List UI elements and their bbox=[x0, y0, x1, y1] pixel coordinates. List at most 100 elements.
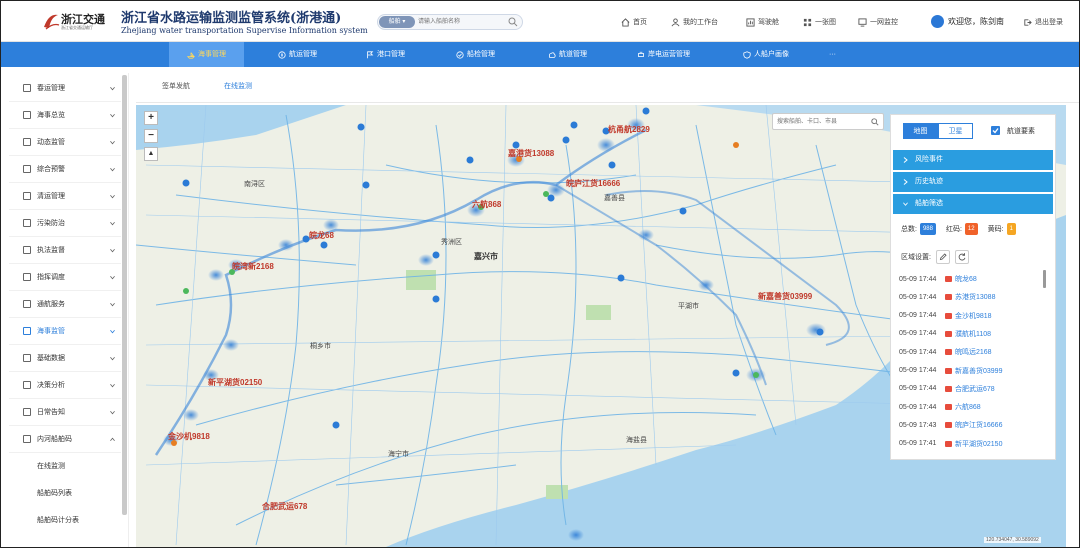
sidebar-item[interactable]: 春运管理 bbox=[9, 75, 121, 102]
region-settings: 区域设置: bbox=[901, 250, 969, 264]
nav-item-shore-power[interactable]: 岸电运营管理 bbox=[637, 42, 690, 67]
sidebar-item[interactable]: 动态监管 bbox=[9, 129, 121, 156]
list-item-name[interactable]: 合肥武运678 bbox=[955, 384, 995, 394]
accordion-label: 风险事件 bbox=[915, 156, 943, 163]
sidebar-item[interactable]: 海事监管 bbox=[9, 318, 121, 345]
list-item-name[interactable]: 新平湖货02150 bbox=[955, 439, 1002, 449]
logout-icon bbox=[1024, 18, 1032, 26]
tab-online-monitor[interactable]: 在线监测 bbox=[224, 81, 252, 91]
place-label: 桐乡市 bbox=[310, 343, 331, 350]
zoom-in-button[interactable]: + bbox=[144, 111, 158, 125]
header: 浙江交通 浙江省交通运输厅 浙江省水路运输监测监管系统(浙港通) Zhejian… bbox=[1, 1, 1079, 42]
menu-item-icon bbox=[23, 381, 31, 389]
layer-checkbox[interactable] bbox=[991, 126, 1000, 135]
sidebar-item[interactable]: 日常告知 bbox=[9, 399, 121, 426]
top-link-one-map[interactable]: 一张图 bbox=[803, 17, 836, 27]
sidebar-item[interactable]: 综合预警 bbox=[9, 156, 121, 183]
list-item-name[interactable]: 皖龙68 bbox=[955, 274, 977, 284]
sidebar-item[interactable]: 执法监督 bbox=[9, 237, 121, 264]
nav-item-channel[interactable]: 航道管理 bbox=[548, 42, 587, 67]
nav-item-more[interactable]: ··· bbox=[829, 42, 836, 67]
list-item[interactable]: 05-09 17:44 皖鸣远2168 bbox=[899, 343, 1047, 361]
sidebar-item[interactable]: 指挥调度 bbox=[9, 264, 121, 291]
list-item[interactable]: 05-09 17:43 皖庐江货16666 bbox=[899, 416, 1047, 434]
sidebar-item[interactable]: 清运管理 bbox=[9, 183, 121, 210]
list-item-name[interactable]: 皖鸣远2168 bbox=[955, 347, 992, 357]
satellite-type-button[interactable]: 卫星 bbox=[938, 123, 973, 139]
ship-label[interactable]: 皖庐江货16666 bbox=[566, 178, 620, 189]
nav-item-port[interactable]: 港口管理 bbox=[366, 42, 405, 67]
zoom-out-button[interactable]: − bbox=[144, 129, 158, 143]
home-icon bbox=[621, 17, 630, 27]
list-item[interactable]: 05-09 17:44 苏港货13088 bbox=[899, 288, 1047, 306]
accordion-risk-events[interactable]: 风险事件 bbox=[893, 150, 1053, 170]
sidebar-scrollbar[interactable] bbox=[122, 75, 127, 515]
list-item-name[interactable]: 新嘉善货03999 bbox=[955, 366, 1002, 376]
nav-item-inspection[interactable]: 船检管理 bbox=[456, 42, 495, 67]
list-item-name[interactable]: 金沙机9818 bbox=[955, 311, 992, 321]
red-code-badge[interactable]: 12 bbox=[964, 223, 978, 235]
menu-item-icon bbox=[23, 354, 31, 362]
accordion-ship-filter[interactable]: 船舶筛选 bbox=[893, 194, 1053, 214]
sidebar-item[interactable]: 海事总览 bbox=[9, 102, 121, 129]
list-item[interactable]: 05-09 17:41 新平湖货02150 bbox=[899, 435, 1047, 453]
ship-label[interactable]: 皖湾新2168 bbox=[232, 261, 274, 272]
sidebar-item[interactable]: 决策分析 bbox=[9, 372, 121, 399]
accordion-history-track[interactable]: 历史轨迹 bbox=[893, 172, 1053, 192]
place-label: 秀洲区 bbox=[441, 239, 462, 246]
list-item[interactable]: 05-09 17:44 濮航机1108 bbox=[899, 325, 1047, 343]
sidebar-subitem[interactable]: 在线监测 bbox=[9, 453, 121, 480]
ship-label[interactable]: 六航868 bbox=[472, 199, 501, 210]
list-item-name[interactable]: 苏港货13088 bbox=[955, 292, 995, 302]
total-badge[interactable]: 988 bbox=[919, 223, 936, 235]
sidebar-item[interactable]: 通航服务 bbox=[9, 291, 121, 318]
top-link-home[interactable]: 首页 bbox=[621, 17, 647, 27]
ship-list-scrollbar[interactable] bbox=[1043, 270, 1046, 288]
menu-item-icon bbox=[23, 300, 31, 308]
sidebar-item[interactable]: 污染防治 bbox=[9, 210, 121, 237]
shield-icon bbox=[743, 50, 751, 59]
list-item[interactable]: 05-09 17:44 皖龙68 bbox=[899, 270, 1047, 288]
sidebar-item-label: 执法监督 bbox=[37, 247, 65, 254]
global-search-input[interactable] bbox=[418, 16, 506, 28]
search-icon[interactable] bbox=[871, 118, 879, 126]
map-search-input[interactable] bbox=[777, 116, 869, 128]
menu-item-icon bbox=[23, 273, 31, 281]
list-item-name[interactable]: 濮航机1108 bbox=[955, 329, 991, 339]
top-link-workbench[interactable]: 我的工作台 bbox=[671, 17, 718, 27]
avatar[interactable] bbox=[931, 15, 944, 28]
compass-button[interactable]: ▲ bbox=[144, 147, 158, 161]
sidebar-subitem[interactable]: 船舶码列表 bbox=[9, 480, 121, 507]
reset-region-button[interactable] bbox=[954, 250, 969, 264]
list-item[interactable]: 05-09 17:44 合肥武运678 bbox=[899, 380, 1047, 398]
sidebar-subitem[interactable]: 船舶码计分表 bbox=[9, 507, 121, 534]
dashboard-icon bbox=[746, 17, 755, 27]
sidebar-item[interactable]: 基础数据 bbox=[9, 345, 121, 372]
ship-label[interactable]: 合肥武运678 bbox=[262, 501, 307, 512]
search-icon[interactable] bbox=[508, 17, 518, 27]
logout-button[interactable]: 退出登录 bbox=[1023, 17, 1063, 27]
ship-label[interactable]: 新平湖货02150 bbox=[208, 377, 262, 388]
top-link-cockpit[interactable]: 驾驶舱 bbox=[746, 17, 779, 27]
ship-label[interactable]: 嘉港货13088 bbox=[508, 148, 554, 159]
yellow-code-badge[interactable]: 1 bbox=[1006, 223, 1016, 235]
tab-dispatch[interactable]: 签单发航 bbox=[162, 81, 190, 91]
red-code-icon bbox=[945, 440, 952, 447]
list-item[interactable]: 05-09 17:44 金沙机9818 bbox=[899, 307, 1047, 325]
map-type-button[interactable]: 地图 bbox=[903, 123, 938, 139]
list-item[interactable]: 05-09 17:44 六航868 bbox=[899, 398, 1047, 416]
search-type-select[interactable]: 船舶 ▾ bbox=[379, 16, 415, 28]
ship-label[interactable]: 金沙机9818 bbox=[168, 431, 210, 442]
ship-label[interactable]: 皖龙68 bbox=[309, 230, 334, 241]
list-item-name[interactable]: 皖庐江货16666 bbox=[955, 420, 1002, 430]
nav-item-profile[interactable]: 人船户画像 bbox=[743, 42, 789, 67]
ship-label[interactable]: 杭甬航2829 bbox=[608, 124, 650, 135]
edit-region-button[interactable] bbox=[935, 250, 950, 264]
list-item[interactable]: 05-09 17:44 新嘉善货03999 bbox=[899, 362, 1047, 380]
nav-item-maritime[interactable]: 海事管理 bbox=[169, 42, 244, 67]
sidebar-item[interactable]: 内河船舶码 bbox=[9, 426, 121, 453]
list-item-name[interactable]: 六航868 bbox=[955, 402, 981, 412]
nav-item-shipping[interactable]: 航运管理 bbox=[278, 42, 317, 67]
ship-label[interactable]: 新嘉善货03999 bbox=[758, 291, 812, 302]
top-link-monitor[interactable]: 一网监控 bbox=[858, 17, 898, 27]
